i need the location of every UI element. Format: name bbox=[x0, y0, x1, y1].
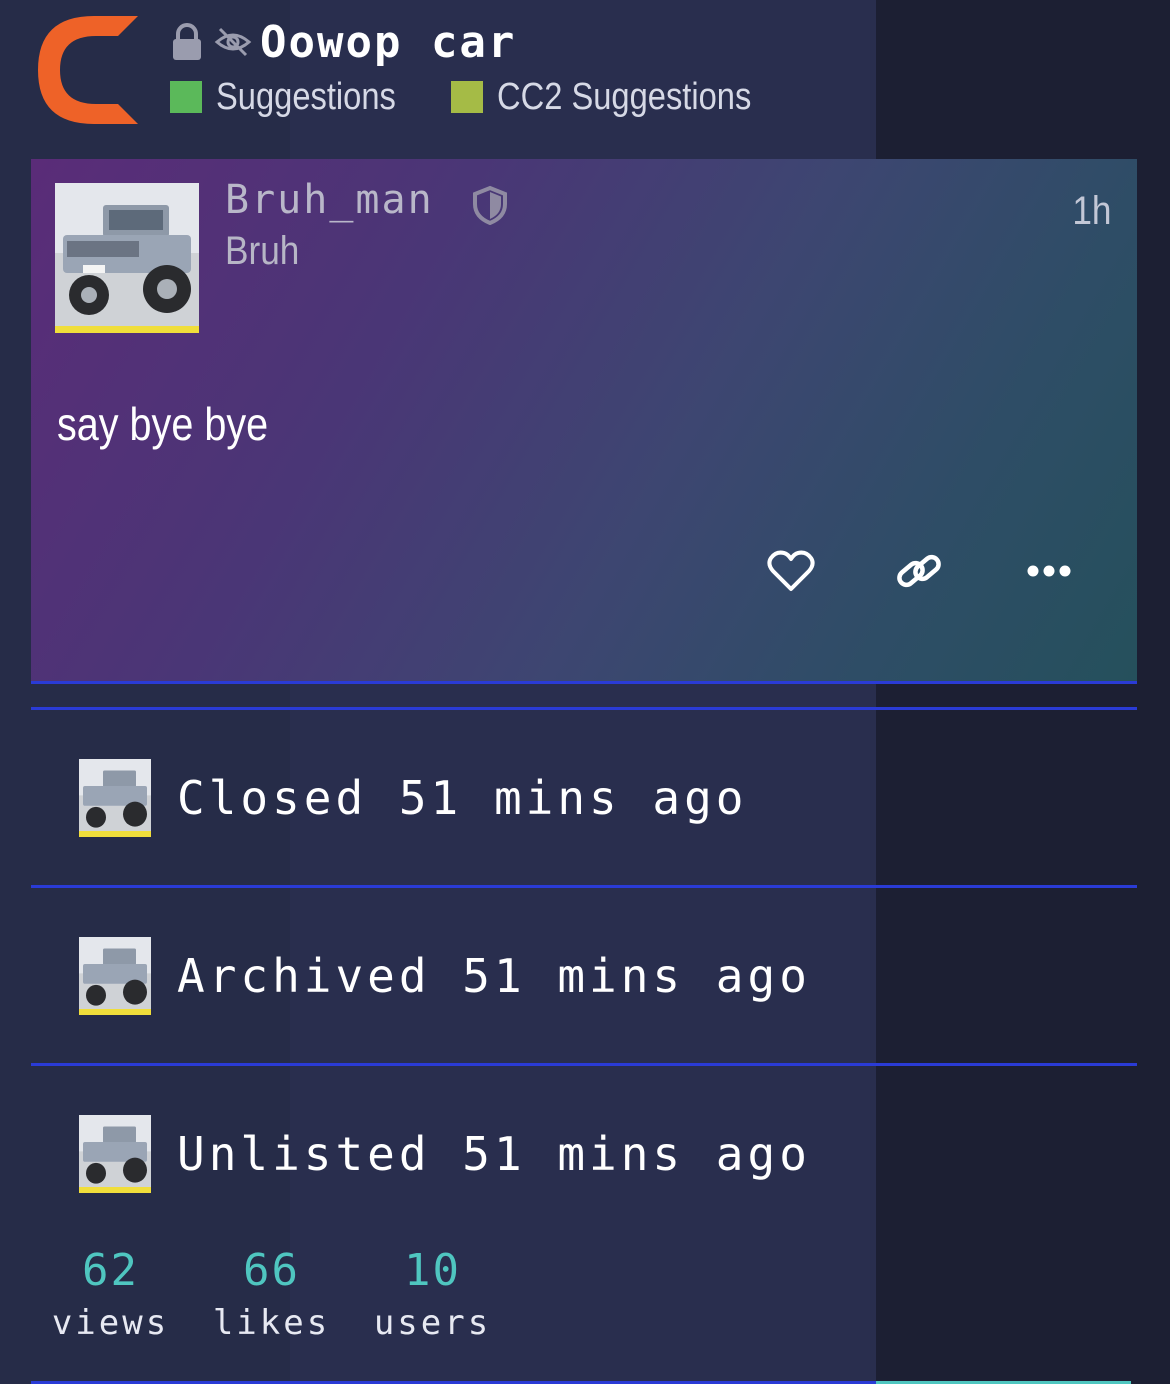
divider bbox=[31, 707, 1137, 710]
moderator-shield-icon bbox=[473, 185, 507, 225]
topic-stats: 62 views 66 likes 10 users bbox=[30, 1244, 513, 1348]
stat-number: 10 bbox=[404, 1245, 461, 1296]
site-logo[interactable] bbox=[34, 14, 140, 126]
small-action-text: Closed 51 mins ago bbox=[177, 771, 748, 825]
link-icon bbox=[897, 554, 941, 588]
small-action-text: Archived 51 mins ago bbox=[177, 949, 811, 1003]
eye-slash-icon bbox=[214, 27, 252, 57]
category-label: Suggestions bbox=[216, 75, 396, 118]
small-action-unlisted: Unlisted 51 mins ago bbox=[79, 1115, 811, 1193]
post-card: Bruh_man Bruh 1h say bye bye bbox=[31, 159, 1137, 684]
category-list: Suggestions CC2 Suggestions bbox=[170, 74, 819, 120]
stat-label: users bbox=[373, 1303, 492, 1343]
stat-number: 62 bbox=[82, 1245, 139, 1296]
post-body: say bye bye bbox=[57, 398, 269, 450]
category-color-swatch bbox=[451, 81, 484, 113]
post-username[interactable]: Bruh_man bbox=[225, 177, 434, 223]
truck-avatar-image bbox=[79, 759, 151, 837]
truck-avatar-image bbox=[79, 1115, 151, 1193]
stat-likes: 66 likes bbox=[191, 1244, 352, 1348]
user-avatar[interactable] bbox=[55, 183, 199, 333]
stat-views: 62 views bbox=[30, 1244, 191, 1348]
post-timestamp[interactable]: 1h bbox=[1072, 189, 1111, 234]
post-user-title: Bruh bbox=[225, 229, 300, 273]
small-action-avatar[interactable] bbox=[79, 937, 151, 1015]
avatar-flair-bar bbox=[79, 1009, 151, 1015]
category-badge-cc2-suggestions[interactable]: CC2 Suggestions bbox=[451, 76, 793, 119]
small-action-archived: Archived 51 mins ago bbox=[79, 937, 811, 1015]
small-action-avatar[interactable] bbox=[79, 759, 151, 837]
topic-title-row: Oowop car bbox=[170, 16, 516, 68]
avatar-flair-bar bbox=[55, 326, 199, 333]
divider bbox=[31, 1063, 1137, 1066]
share-link-button[interactable] bbox=[889, 545, 949, 597]
truck-avatar-image bbox=[79, 937, 151, 1015]
like-button[interactable] bbox=[761, 545, 821, 597]
stat-label: likes bbox=[212, 1303, 331, 1343]
category-color-swatch bbox=[170, 81, 202, 113]
category-label: CC2 Suggestions bbox=[497, 75, 752, 118]
stat-number: 66 bbox=[243, 1245, 300, 1296]
category-badge-suggestions[interactable]: Suggestions bbox=[170, 76, 425, 119]
small-action-text: Unlisted 51 mins ago bbox=[177, 1127, 811, 1181]
divider bbox=[31, 885, 1137, 888]
small-action-closed: Closed 51 mins ago bbox=[79, 759, 748, 837]
lock-icon bbox=[173, 23, 201, 60]
topic-page: Oowop car Suggestions CC2 Suggestions Br… bbox=[0, 0, 1170, 1384]
heart-icon bbox=[767, 550, 815, 591]
more-actions-button[interactable] bbox=[1019, 545, 1079, 597]
stat-label: views bbox=[51, 1303, 170, 1343]
truck-avatar-image bbox=[55, 183, 199, 333]
topic-title[interactable]: Oowop car bbox=[260, 17, 516, 68]
small-action-avatar[interactable] bbox=[79, 1115, 151, 1193]
avatar-flair-bar bbox=[79, 1187, 151, 1193]
stat-users: 10 users bbox=[352, 1244, 513, 1348]
ellipsis-icon bbox=[1027, 565, 1071, 577]
avatar-flair-bar bbox=[79, 831, 151, 837]
